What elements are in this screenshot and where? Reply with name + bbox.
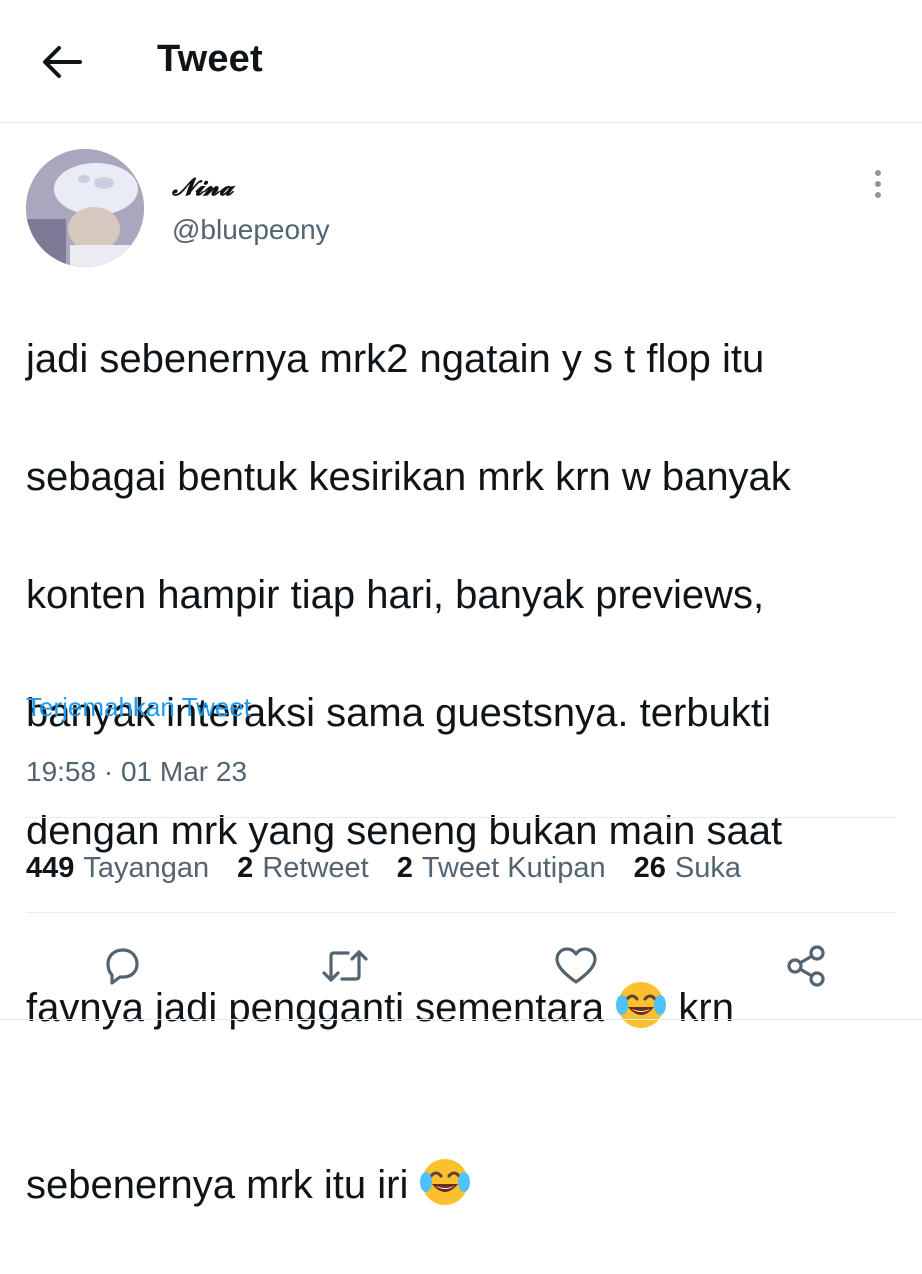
tweet-line-text: sebenernya mrk itu iri: [26, 1163, 420, 1207]
quotes-stat[interactable]: 2 Tweet Kutipan: [397, 852, 606, 885]
more-vertical-icon: [875, 170, 881, 198]
views-label: Tayangan: [83, 851, 210, 884]
arrow-left-icon: [43, 46, 82, 78]
page-title: Tweet: [157, 38, 263, 80]
tweet-line: sebagai bentuk kesirikan mrk krn w banya…: [26, 455, 791, 499]
avatar-image: [26, 149, 144, 267]
author-name[interactable]: 𝓝𝓲𝓷𝓪: [172, 172, 233, 201]
author-handle[interactable]: @bluepeony: [172, 214, 330, 246]
divider: [26, 817, 896, 818]
retweet-icon: [322, 950, 368, 982]
retweets-label: Retweet: [262, 851, 369, 884]
reply-button[interactable]: [94, 938, 150, 994]
more-options-button[interactable]: [864, 166, 892, 202]
likes-stat[interactable]: 26 Suka: [634, 852, 741, 885]
views-stat[interactable]: 449 Tayangan: [26, 852, 209, 885]
back-button[interactable]: [38, 40, 86, 84]
likes-label: Suka: [674, 851, 742, 884]
top-bar: Tweet: [0, 0, 922, 123]
tweet-actions: [0, 938, 922, 994]
share-icon: [787, 945, 825, 987]
face-with-tears-of-joy-icon: [420, 1159, 471, 1205]
retweet-button[interactable]: [317, 938, 373, 994]
share-button[interactable]: [778, 938, 834, 994]
avatar[interactable]: [26, 149, 144, 267]
quotes-label: Tweet Kutipan: [421, 851, 606, 884]
tweet-line: sebenernya mrk itu iri: [26, 1097, 906, 1215]
reply-icon: [106, 948, 139, 985]
views-count: 449: [26, 851, 75, 884]
divider: [26, 912, 896, 913]
retweets-stat[interactable]: 2 Retweet: [237, 852, 369, 885]
heart-icon: [555, 947, 597, 984]
likes-count: 26: [633, 851, 666, 884]
tweet-line: jadi sebenernya mrk2 ngatain y s t flop …: [26, 337, 765, 381]
tweet-line: konten hampir tiap hari, banyak previews…: [26, 573, 765, 617]
like-button[interactable]: [548, 938, 604, 994]
tweet-timestamp[interactable]: 19:58 · 01 Mar 23: [26, 756, 247, 788]
quotes-count: 2: [396, 851, 413, 884]
retweets-count: 2: [237, 851, 254, 884]
translate-tweet-link[interactable]: Terjemahkan Tweet: [26, 692, 251, 723]
bottom-divider: [0, 1019, 922, 1020]
tweet-stats: 449 Tayangan 2 Retweet 2 Tweet Kutipan 2…: [26, 848, 741, 888]
